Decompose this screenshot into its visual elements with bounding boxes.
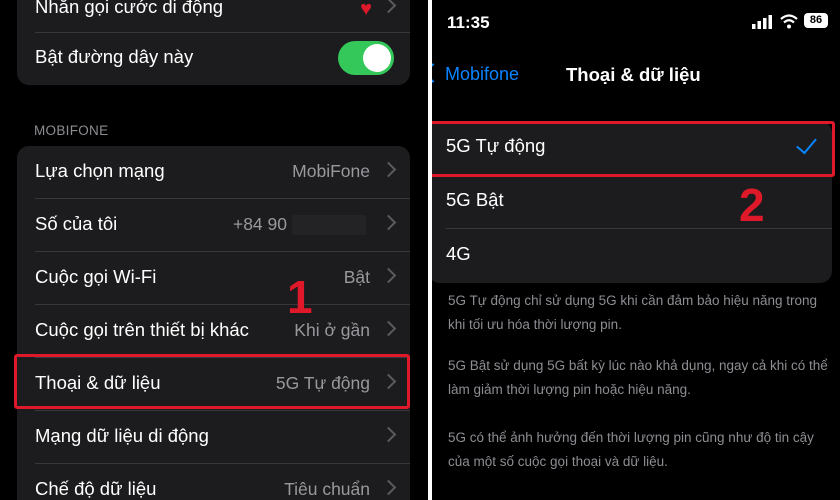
row-label: Bật đường dây này — [35, 46, 194, 67]
chevron-right-icon — [380, 267, 397, 284]
right-screenshot: 11:35 86 Mobifone Thoại & dữ liệu 5G Tự … — [432, 0, 840, 500]
option-label: 4G — [446, 243, 471, 264]
chevron-right-icon — [380, 0, 397, 14]
battery-icon: 86 — [804, 13, 828, 28]
nav-title: Thoại & dữ liệu — [566, 64, 701, 85]
left-screenshot: Nhắn gọi cước di động ♥ Bật đường dây nà… — [0, 0, 428, 500]
step-marker-1: 1 — [287, 271, 313, 323]
row-label: Cuộc gọi trên thiết bị khác — [35, 319, 249, 340]
battery-level: 86 — [809, 14, 823, 26]
row-label: Cuộc gọi Wi-Fi — [35, 266, 157, 287]
chevron-right-icon — [380, 479, 397, 496]
row-my-number[interactable]: Số của tôi +84 90 — [17, 199, 410, 252]
status-time: 11:35 — [447, 13, 490, 32]
chevron-right-icon — [380, 320, 397, 337]
heart-icon: ♥ — [360, 0, 372, 20]
chevron-right-icon — [380, 426, 397, 443]
option-5g-on[interactable]: 5G Bật — [432, 175, 832, 229]
footnote-5g-on: 5G Bật sử dụng 5G bất kỳ lúc nào khả dụn… — [448, 358, 828, 397]
section-header: MOBIFONE — [34, 123, 109, 138]
row-calls-other-devices[interactable]: Cuộc gọi trên thiết bị khác Khi ở gần — [17, 305, 410, 358]
signal-icon — [752, 15, 772, 29]
row-label: Số của tôi — [35, 213, 118, 234]
row-value: MobiFone — [292, 161, 370, 181]
row-wifi-calling[interactable]: Cuộc gọi Wi-Fi Bật — [17, 252, 410, 305]
row-nhan-goi[interactable]: Nhắn gọi cước di động ♥ — [17, 0, 410, 33]
wifi-icon — [780, 14, 798, 29]
row-data-mode[interactable]: Chế độ dữ liệu Tiêu chuẩn — [17, 464, 410, 500]
row-cellular-data-network[interactable]: Mạng dữ liệu di động — [17, 411, 410, 464]
footnote-5g-impact: 5G có thể ảnh hưởng đến thời lượng pin c… — [448, 430, 814, 469]
row-label: Lựa chọn mạng — [35, 160, 165, 181]
row-label: Mạng dữ liệu di động — [35, 425, 209, 446]
redacted-number — [292, 215, 366, 235]
row-value: +84 90 — [232, 214, 287, 234]
option-4g[interactable]: 4G — [432, 229, 832, 283]
mobifone-settings-group: Lựa chọn mạng MobiFone Số của tôi +84 90… — [17, 146, 410, 500]
highlight-box-5g-auto — [432, 121, 835, 177]
step-marker-2: 2 — [739, 179, 765, 231]
row-bat-duong-day[interactable]: Bật đường dây này — [17, 32, 410, 85]
option-label: 5G Bật — [446, 189, 504, 210]
row-value: Tiêu chuẩn — [284, 479, 370, 499]
row-label: Chế độ dữ liệu — [35, 478, 157, 499]
row-network-selection[interactable]: Lựa chọn mạng MobiFone — [17, 146, 410, 199]
footnote-5g-auto: 5G Tự động chỉ sử dụng 5G khi cần đảm bả… — [448, 293, 818, 332]
cellular-top-group: Nhắn gọi cước di động ♥ Bật đường dây nà… — [17, 0, 410, 85]
row-value: Bật — [343, 267, 370, 287]
chevron-right-icon — [380, 214, 397, 231]
line-enabled-toggle[interactable] — [338, 41, 394, 75]
back-label: Mobifone — [445, 64, 520, 84]
row-label: Nhắn gọi cước di động — [35, 0, 224, 17]
highlight-box-voice-data — [14, 354, 410, 409]
chevron-left-icon — [432, 63, 443, 83]
chevron-right-icon — [380, 161, 397, 178]
back-button[interactable]: Mobifone — [432, 58, 542, 92]
row-value: Khi ở gần — [294, 320, 370, 340]
